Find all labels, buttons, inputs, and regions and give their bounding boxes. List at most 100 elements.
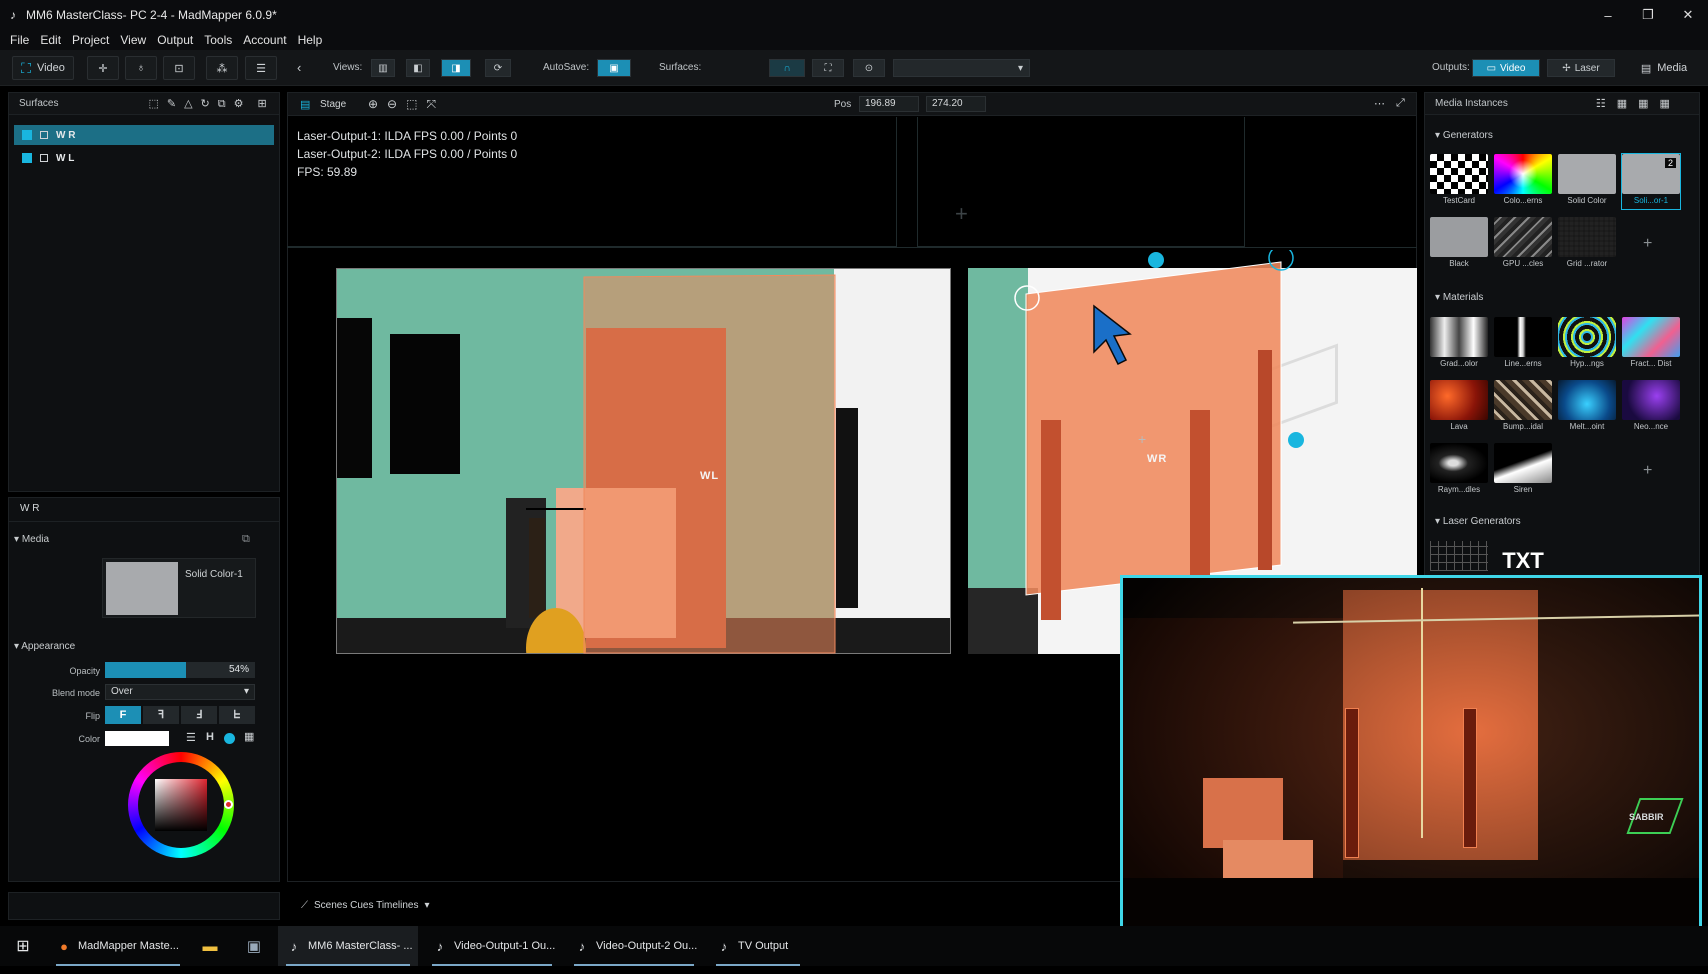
color-swatch[interactable] [105, 731, 169, 746]
zoom-controls-icon[interactable]: ⊕⊖⬚⤧ [368, 97, 445, 112]
timeline-toggle[interactable]: ⟋ Scenes Cues Timelines ▾ [287, 892, 457, 918]
color-h-mode[interactable]: H [206, 731, 214, 743]
settings-button[interactable]: ☰ [245, 56, 277, 80]
menu-project[interactable]: Project [72, 33, 109, 47]
media-line-patterns[interactable]: Line...erns [1494, 317, 1552, 372]
generators-header[interactable]: ▾ Generators [1435, 130, 1493, 141]
autosave-toggle[interactable]: ▣ [597, 59, 631, 77]
flip-none-button[interactable]: F [105, 706, 141, 724]
visibility-checkbox[interactable] [22, 153, 32, 163]
media-lava[interactable]: Lava [1430, 380, 1488, 435]
menu-file[interactable]: File [10, 33, 29, 47]
color-saturation-square[interactable] [155, 779, 207, 831]
menu-edit[interactable]: Edit [40, 33, 61, 47]
blend-mode-select[interactable]: Over ▾ [105, 684, 255, 700]
media-raymarch-candles[interactable]: Raym...dles [1430, 443, 1488, 498]
more-icon[interactable]: ⋯ [1374, 97, 1385, 110]
surface-dropdown[interactable]: ▾ [893, 59, 1030, 77]
surface-item-wr[interactable]: W R [14, 125, 274, 145]
media-grid-generator[interactable]: Grid ...rator [1558, 217, 1616, 272]
view-left-button[interactable]: ◧ [406, 59, 430, 77]
surface-wl-overlay[interactable] [287, 247, 1007, 667]
taskbar-item-tv-output[interactable]: ♪ TV Output [708, 926, 808, 966]
pos-x-field[interactable]: 196.89 [859, 96, 919, 112]
output-region [917, 117, 1245, 247]
magnet-button[interactable]: ∩ [769, 59, 805, 77]
media-neon-nuance[interactable]: Neo...nce [1622, 380, 1680, 435]
materials-header[interactable]: ▾ Materials [1435, 292, 1483, 303]
menu-tools[interactable]: Tools [204, 33, 232, 47]
focus-button[interactable]: ⊙ [853, 59, 885, 77]
save-icon: ▣ [609, 62, 619, 74]
taskbar-app[interactable]: ▣ [240, 926, 268, 966]
color-list-icon[interactable]: ☰ [186, 731, 196, 744]
menu-view[interactable]: View [120, 33, 146, 47]
output-video-button[interactable]: ▭ Video [1472, 59, 1540, 77]
menu-help[interactable]: Help [298, 33, 323, 47]
media-slot[interactable]: Solid Color-1 [102, 558, 256, 618]
crosshair-marker: + [955, 201, 968, 226]
media-siren[interactable]: Siren [1494, 443, 1552, 498]
color-wheel[interactable] [128, 752, 234, 858]
maximize-button[interactable]: ❐ [1628, 0, 1668, 30]
dmx-button[interactable]: ⁂ [206, 56, 238, 80]
transform-button[interactable]: ⛶ [812, 59, 844, 77]
visibility-checkbox[interactable] [22, 130, 32, 140]
media-solid-color[interactable]: Solid Color [1558, 154, 1616, 209]
media-section-header[interactable]: ▾ Media [14, 534, 49, 545]
stage-tab[interactable]: Stage [320, 99, 346, 110]
swap-view-button[interactable]: ⟳ [485, 59, 511, 77]
media-testcard[interactable]: TestCard [1430, 154, 1488, 209]
projector-button[interactable]: ⊡ [163, 56, 195, 80]
view-split-button[interactable]: ▥ [371, 59, 395, 77]
media-black[interactable]: Black [1430, 217, 1488, 272]
media-melt-point[interactable]: Melt...oint [1558, 380, 1616, 435]
pos-y-field[interactable]: 274.20 [926, 96, 986, 112]
media-bump-sinusoidal[interactable]: Bump...idal [1494, 380, 1552, 435]
color-wheel-mode-icon[interactable] [224, 733, 235, 744]
media-hypnotic-rings[interactable]: Hyp...ngs [1558, 317, 1616, 372]
close-button[interactable]: ✕ [1668, 0, 1708, 30]
taskbar-item-video-output-2[interactable]: ♪ Video-Output-2 Ou... [566, 926, 702, 966]
add-folder-icon[interactable]: ⊞ [257, 97, 266, 110]
media-color-patterns[interactable]: Colo...erns [1494, 154, 1552, 209]
light-tool-button[interactable]: ✛ [87, 56, 119, 80]
add-material-icon[interactable]: + [1643, 462, 1652, 480]
output-laser-button[interactable]: ✢ Laser [1547, 59, 1615, 77]
media-fractal-distortion[interactable]: Fract... Dist [1622, 317, 1680, 372]
appearance-section-header[interactable]: ▾ Appearance [14, 641, 75, 652]
video-mode-button[interactable]: ⛶ Video [12, 56, 74, 80]
taskbar-item-firefox[interactable]: ● MadMapper Maste... [48, 926, 188, 966]
surface-item-wl[interactable]: W L [14, 148, 274, 168]
color-grid-icon[interactable]: ▦ [244, 730, 254, 743]
start-button[interactable]: ⊞ [10, 926, 36, 966]
media-gpu-particles[interactable]: GPU ...cles [1494, 217, 1552, 272]
media-button[interactable]: ▤ Media [1626, 56, 1702, 80]
surface-tools-icon[interactable]: ⬚✎△↻⧉⚙ [148, 97, 251, 111]
media-solid-color-1[interactable]: 2 Soli...or-1 [1621, 153, 1681, 210]
opacity-slider[interactable]: 54% [105, 662, 255, 678]
madmapper-icon: ♪ [290, 938, 298, 954]
minimize-button[interactable]: – [1588, 0, 1628, 30]
hue-handle[interactable] [224, 800, 233, 809]
bulb-button[interactable]: ♁ [125, 56, 157, 80]
menu-account[interactable]: Account [243, 33, 286, 47]
taskbar-item-madmapper[interactable]: ♪ MM6 MasterClass- ... [278, 926, 418, 966]
taskbar-item-video-output-1[interactable]: ♪ Video-Output-1 Ou... [424, 926, 560, 966]
expand-icon[interactable]: ⤢ [1396, 97, 1405, 110]
laser-text-thumbnail[interactable]: TXT [1494, 548, 1552, 574]
flip-both-button[interactable]: ᖶ [219, 706, 255, 724]
taskbar-file-explorer[interactable]: ▬ [196, 926, 224, 966]
add-generator-icon[interactable]: + [1643, 235, 1652, 253]
menu-output[interactable]: Output [157, 33, 193, 47]
collapse-arrow-icon[interactable]: ‹ [297, 60, 301, 75]
laser-generators-header[interactable]: ▾ Laser Generators [1435, 516, 1521, 527]
pos-label: Pos [834, 99, 852, 110]
media-gradient-color[interactable]: Grad...olor [1430, 317, 1488, 372]
view-mode-icons[interactable]: ☷▦▦▦ [1596, 97, 1681, 110]
flip-vertical-button[interactable]: Ⅎ [181, 706, 217, 724]
laser-grid-thumbnail[interactable] [1430, 541, 1488, 571]
view-right-button[interactable]: ◨ [441, 59, 471, 77]
media-link-icon[interactable]: ⧉ [242, 533, 250, 546]
flip-horizontal-button[interactable]: ꟻ [143, 706, 179, 724]
